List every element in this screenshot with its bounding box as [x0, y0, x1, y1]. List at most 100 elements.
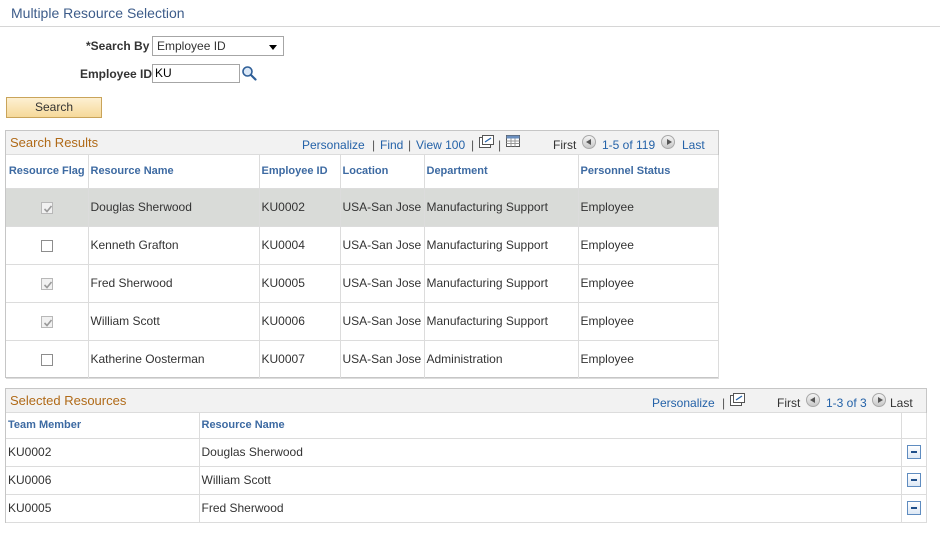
location-cell: USA-San Jose: [340, 340, 425, 379]
nav-separator: |: [498, 138, 502, 152]
view-100-link[interactable]: View 100: [416, 138, 465, 152]
column-header-team-member[interactable]: Team Member: [6, 413, 200, 439]
table-row: KU0005 Fred Sherwood: [6, 494, 927, 523]
resource-flag-checkbox: [40, 277, 53, 290]
employee-id-cell: KU0005: [259, 264, 341, 303]
personnel-status-cell: Employee: [578, 226, 719, 265]
employee-id-cell: KU0007: [259, 340, 341, 379]
resource-name-cell: Kenneth Grafton: [88, 226, 260, 265]
resource-name-cell: William Scott: [199, 466, 902, 495]
table-row[interactable]: Fred Sherwood KU0005 USA-San Jose Manufa…: [6, 264, 719, 303]
employee-id-input[interactable]: KU: [152, 64, 240, 83]
delete-row-cell: [901, 438, 927, 467]
delete-row-icon[interactable]: [906, 473, 921, 488]
location-cell: USA-San Jose: [340, 188, 425, 227]
delete-row-icon[interactable]: [906, 501, 921, 516]
employee-id-cell: KU0006: [259, 302, 341, 341]
resource-flag-cell: [6, 302, 89, 341]
table-row[interactable]: Katherine Oosterman KU0007 USA-San Jose …: [6, 340, 719, 379]
resource-name-cell: Douglas Sherwood: [88, 188, 260, 227]
column-header-department[interactable]: Department: [424, 155, 579, 189]
table-row[interactable]: Douglas Sherwood KU0002 USA-San Jose Man…: [6, 188, 719, 227]
table-row[interactable]: William Scott KU0006 USA-San Jose Manufa…: [6, 302, 719, 341]
column-header-personnel-status[interactable]: Personnel Status: [578, 155, 719, 189]
column-header-actions: [901, 413, 927, 439]
nav-separator: |: [372, 138, 376, 152]
resource-flag-checkbox[interactable]: [40, 353, 53, 366]
search-results-header: Search Results Personalize | Find | View…: [6, 131, 718, 155]
selected-resources-title: Selected Resources: [10, 393, 127, 408]
nav-separator: |: [471, 138, 475, 152]
team-member-cell: KU0006: [6, 466, 200, 495]
delete-row-cell: [901, 494, 927, 523]
department-cell: Manufacturing Support: [424, 188, 579, 227]
selected-resources-grid: Selected Resources Personalize | First 1…: [5, 388, 927, 523]
table-header-row: Resource Flag Resource Name Employee ID …: [6, 155, 719, 189]
page-title: Multiple Resource Selection: [11, 5, 185, 21]
department-cell: Manufacturing Support: [424, 302, 579, 341]
search-by-value: Employee ID: [157, 39, 226, 53]
column-header-resource-flag[interactable]: Resource Flag: [6, 155, 89, 189]
team-member-cell: KU0002: [6, 438, 200, 467]
search-results-title: Search Results: [10, 135, 99, 150]
department-cell: Manufacturing Support: [424, 226, 579, 265]
resource-name-cell: Douglas Sherwood: [199, 438, 902, 467]
search-results-table: Resource Flag Resource Name Employee ID …: [6, 155, 719, 379]
row-range-label: 1-5 of 119: [602, 138, 656, 152]
personalize-link[interactable]: Personalize: [652, 396, 715, 410]
search-by-label: *Search By: [86, 39, 150, 53]
personnel-status-cell: Employee: [578, 264, 719, 303]
column-header-resource-name[interactable]: Resource Name: [88, 155, 260, 189]
search-icon[interactable]: [241, 65, 257, 81]
zoom-grid-icon[interactable]: [730, 393, 745, 406]
location-cell: USA-San Jose: [340, 264, 425, 303]
employee-id-cell: KU0002: [259, 188, 341, 227]
nav-separator: |: [408, 138, 412, 152]
column-header-location[interactable]: Location: [340, 155, 425, 189]
last-label: Last: [890, 396, 913, 410]
column-header-employee-id[interactable]: Employee ID: [259, 155, 341, 189]
zoom-grid-icon[interactable]: [479, 135, 494, 148]
resource-flag-cell: [6, 226, 89, 265]
nav-prev-icon[interactable]: [806, 393, 820, 407]
resource-flag-checkbox: [40, 315, 53, 328]
employee-id-cell: KU0004: [259, 226, 341, 265]
employee-id-label: Employee ID: [80, 67, 153, 81]
department-cell: Administration: [424, 340, 579, 379]
resource-name-cell: Fred Sherwood: [199, 494, 902, 523]
resource-flag-checkbox[interactable]: [40, 239, 53, 252]
column-header-resource-name[interactable]: Resource Name: [199, 413, 902, 439]
resource-flag-checkbox: [40, 201, 53, 214]
department-cell: Manufacturing Support: [424, 264, 579, 303]
resource-name-cell: William Scott: [88, 302, 260, 341]
title-divider: [0, 26, 940, 27]
nav-prev-icon[interactable]: [582, 135, 596, 149]
nav-next-icon[interactable]: [872, 393, 886, 407]
resource-flag-cell: [6, 188, 89, 227]
resource-flag-cell: [6, 264, 89, 303]
selected-resources-header: Selected Resources Personalize | First 1…: [6, 389, 926, 413]
location-cell: USA-San Jose: [340, 226, 425, 265]
selected-resources-table: Team Member Resource Name KU0002 Douglas…: [6, 413, 927, 523]
last-link[interactable]: Last: [682, 138, 705, 152]
table-row[interactable]: Kenneth Grafton KU0004 USA-San Jose Manu…: [6, 226, 719, 265]
personnel-status-cell: Employee: [578, 340, 719, 379]
search-button[interactable]: Search: [6, 97, 102, 118]
search-by-select[interactable]: Employee ID: [152, 36, 284, 56]
search-results-grid: Search Results Personalize | Find | View…: [5, 130, 719, 379]
personnel-status-cell: Employee: [578, 302, 719, 341]
personalize-link[interactable]: Personalize: [302, 138, 365, 152]
resource-name-cell: Katherine Oosterman: [88, 340, 260, 379]
team-member-cell: KU0005: [6, 494, 200, 523]
delete-row-icon[interactable]: [906, 445, 921, 460]
location-cell: USA-San Jose: [340, 302, 425, 341]
first-label: First: [777, 396, 801, 410]
find-link[interactable]: Find: [380, 138, 403, 152]
nav-next-icon[interactable]: [661, 135, 675, 149]
chevron-down-icon: [269, 45, 277, 50]
table-row: KU0006 William Scott: [6, 466, 927, 495]
resource-name-cell: Fred Sherwood: [88, 264, 260, 303]
personnel-status-cell: Employee: [578, 188, 719, 227]
download-icon[interactable]: [506, 135, 521, 148]
nav-separator: |: [722, 396, 726, 410]
